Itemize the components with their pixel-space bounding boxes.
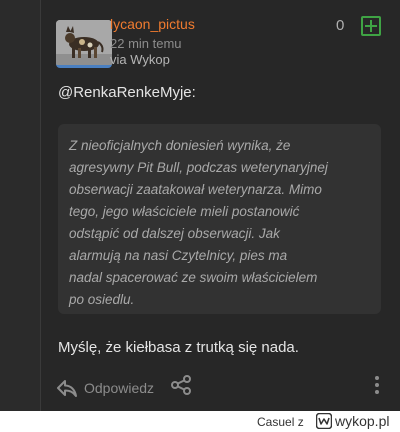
quote-line: obserwacji zaatakował weterynarza. Mimo [69,182,322,197]
more-button[interactable] [373,375,381,400]
vote-count: 0 [336,17,345,34]
quote-line: Z nieoficjalnych doniesień wynika, że [69,138,291,153]
mention-text[interactable]: @RenkaRenkeMyje: [58,84,196,101]
wykop-logo: wykop.pl [316,413,389,429]
action-bar: Odpowiedz [56,374,192,401]
reply-arrow-icon [57,379,77,397]
quote-line: po osiedlu. [69,292,135,307]
quote-line: tego, jego właściciele mieli postanowić [69,204,300,219]
entry-body: Myślę, że kiełbasa z trutką się nada. [58,339,299,356]
avatar[interactable] [56,20,112,68]
timestamp[interactable]: 22 min temu [110,36,182,51]
wykop-logo-icon [316,413,332,429]
share-button[interactable] [170,374,192,401]
plus-icon [365,20,377,32]
source-label: via Wykop [110,52,170,67]
watermark-user: Casuel z [257,415,304,429]
quote-line: agresywny Pit Bull, podczas weterynaryjn… [69,160,328,175]
reply-label: Odpowiedz [84,379,155,396]
wild-dog-avatar-image [56,20,112,65]
author-name[interactable]: lycaon_pictus [110,16,195,32]
plus-button[interactable] [361,16,381,36]
more-vertical-icon [375,376,379,394]
share-icon [171,375,192,395]
reply-button[interactable]: Odpowiedz [56,378,154,398]
quote-line: alarmują na nasi Czytelnicy, pies ma [69,248,288,263]
quote-line: nadal spacerować ze swoim właścicielem [69,270,318,285]
quote-block: Z nieoficjalnych doniesień wynika, że ag… [58,124,381,314]
quote-line: odstąpić od dalszej obserwacji. Jak [69,226,280,241]
watermark-brand: wykop.pl [335,413,390,429]
